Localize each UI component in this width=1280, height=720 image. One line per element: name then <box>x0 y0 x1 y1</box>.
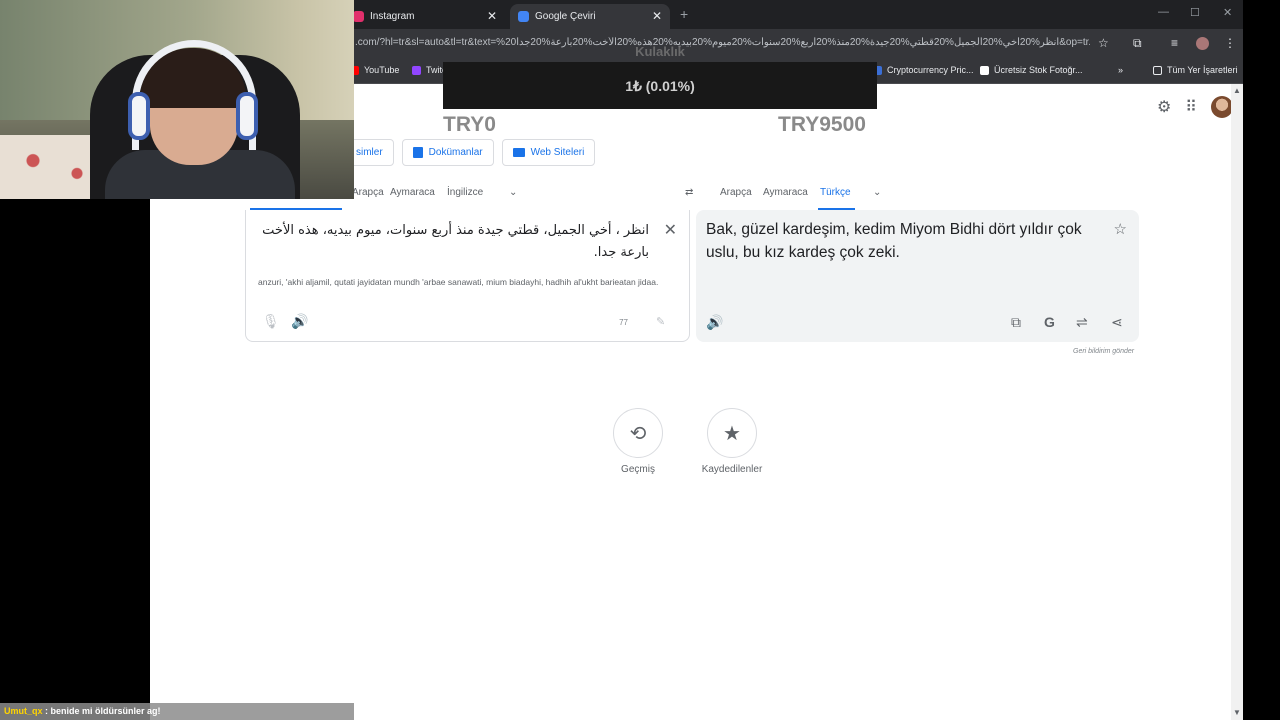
profile-avatar[interactable] <box>1196 37 1209 50</box>
account-avatar[interactable] <box>1211 96 1233 118</box>
source-text-input[interactable]: انظر ، أخي الجميل، قطتي جيدة منذ أربع سن… <box>259 220 649 264</box>
webcam-overlay <box>0 0 354 199</box>
close-icon[interactable]: ✕ <box>487 9 497 23</box>
target-lang-arabic[interactable]: Arapça <box>720 187 752 198</box>
window-close-icon[interactable]: ✕ <box>1223 6 1232 19</box>
source-toolbar: 🎙 🔊 77 ✎ <box>258 313 678 331</box>
translated-text: Bak, güzel kardeşim, kedim Miyom Bidhi d… <box>706 221 1082 261</box>
target-lang-aymara[interactable]: Aymaraca <box>763 187 808 198</box>
header-icons: ⚙ ⠿ <box>1157 96 1233 118</box>
microphone-icon[interactable]: 🎙 <box>262 313 280 330</box>
chat-text: : benide mi öldürsünler ag! <box>42 706 161 716</box>
star-filled-icon: ★ <box>723 422 741 445</box>
transliteration: anzuri, 'akhi aljamil, qutati jayidatan … <box>258 277 659 287</box>
minimize-icon[interactable]: — <box>1158 6 1169 18</box>
apps-grid-icon[interactable]: ⠿ <box>1185 97 1197 117</box>
donation-goal-title: Kulaklık <box>635 44 685 59</box>
send-feedback-link[interactable]: Geri bildirim gönder <box>1073 348 1134 355</box>
all-bookmarks[interactable]: Tüm Yer İşaretleri <box>1153 65 1238 75</box>
target-lang-dropdown-icon[interactable]: ⌄ <box>873 187 881 198</box>
menu-icon[interactable]: ⋮ <box>1224 36 1236 50</box>
goal-end: TRY9500 <box>778 113 866 136</box>
google-g-icon[interactable]: G <box>1044 314 1055 330</box>
mode-websites-button[interactable]: Web Siteleri <box>501 139 596 166</box>
website-icon <box>512 148 525 157</box>
instagram-icon <box>353 11 364 22</box>
bookmark-crypto[interactable]: Cryptocurrency Pric... <box>873 65 974 75</box>
share-icon[interactable]: ⋖ <box>1111 314 1123 331</box>
saved-label: Kaydedilenler <box>701 464 763 475</box>
chat-message: Umut_qx : benide mi öldürsünler ag! <box>0 703 354 720</box>
chat-username: Umut_qx <box>4 706 43 716</box>
maximize-icon[interactable]: ☐ <box>1190 6 1200 19</box>
history-icon: ⟲ <box>629 422 647 445</box>
source-lang-arabic[interactable]: Arapça <box>352 187 384 198</box>
source-lang-english[interactable]: İngilizce <box>447 187 483 198</box>
mode-chips: simler Dokümanlar Web Siteleri <box>345 139 596 166</box>
new-tab-icon[interactable]: + <box>680 6 688 22</box>
clear-text-icon[interactable]: ✕ <box>664 220 677 240</box>
rate-translation-icon[interactable]: ⇌ <box>1076 314 1088 331</box>
save-translation-star-icon[interactable]: ☆ <box>1114 220 1127 238</box>
stream-frame: Instagram ✕ Google Çeviri ✕ + — ☐ ✕ .com… <box>0 0 1280 720</box>
source-lang-dropdown-icon[interactable]: ⌄ <box>509 187 517 198</box>
source-lang-aymara[interactable]: Aymaraca <box>390 187 435 198</box>
language-bar: Arapça Aymaraca İngilizce ⌄ ⇄ Arapça Aym… <box>345 184 1145 202</box>
donation-goal-widget: Kulaklık 1₺ (0.01%) <box>443 44 877 109</box>
media-icon[interactable]: ≡ <box>1171 36 1178 50</box>
headset-left-earcup <box>128 92 150 140</box>
target-panel: Bak, güzel kardeşim, kedim Miyom Bidhi d… <box>696 210 1139 342</box>
source-panel: انظر ، أخي الجميل، قطتي جيدة منذ أربع سن… <box>245 210 690 342</box>
stock-photo-icon <box>980 65 989 75</box>
mode-documents-button[interactable]: Dokümanlar <box>401 139 494 166</box>
history-button[interactable]: ⟲ <box>613 408 663 458</box>
donation-goal-value: 1₺ (0.01%) <box>625 78 695 94</box>
listen-target-icon[interactable]: 🔊 <box>706 314 723 331</box>
page-scrollbar[interactable]: ▲ ▼ <box>1231 84 1243 720</box>
scroll-up-icon[interactable]: ▲ <box>1233 86 1241 95</box>
tab-title: Google Çeviri <box>535 11 596 22</box>
tab-title: Instagram <box>370 11 415 22</box>
character-count: 77 <box>619 318 628 327</box>
edit-pencil-icon[interactable]: ✎ <box>656 315 665 328</box>
bookmarks-more-icon[interactable]: » <box>1118 65 1123 75</box>
listen-source-icon[interactable]: 🔊 <box>291 313 308 330</box>
target-lang-turkish[interactable]: Türkçe <box>820 187 851 198</box>
settings-gear-icon[interactable]: ⚙ <box>1157 97 1171 117</box>
twitch-icon <box>412 65 421 75</box>
star-icon[interactable]: ☆ <box>1098 36 1109 50</box>
history-label: Geçmiş <box>621 464 655 475</box>
folder-icon <box>1153 65 1162 75</box>
target-toolbar: 🔊 ⧉ G ⇌ ⋖ <box>706 314 1131 332</box>
scroll-down-icon[interactable]: ▼ <box>1233 708 1241 717</box>
close-icon[interactable]: ✕ <box>652 9 662 23</box>
extensions-icon[interactable]: ⧉ <box>1133 36 1142 51</box>
copy-icon[interactable]: ⧉ <box>1011 314 1021 331</box>
tab-instagram[interactable]: Instagram ✕ <box>345 4 505 29</box>
saved-button[interactable]: ★ <box>707 408 757 458</box>
headset-right-earcup <box>236 92 258 140</box>
bookmark-youtube[interactable]: YouTube <box>350 65 399 75</box>
bookmark-stock-photos[interactable]: Ücretsiz Stok Fotoğr... <box>980 65 1083 75</box>
swap-languages-icon[interactable]: ⇄ <box>685 187 693 198</box>
google-translate-icon <box>518 11 529 22</box>
document-icon <box>412 147 423 158</box>
goal-start: TRY0 <box>443 113 496 136</box>
tab-google-translate[interactable]: Google Çeviri ✕ <box>510 4 670 29</box>
